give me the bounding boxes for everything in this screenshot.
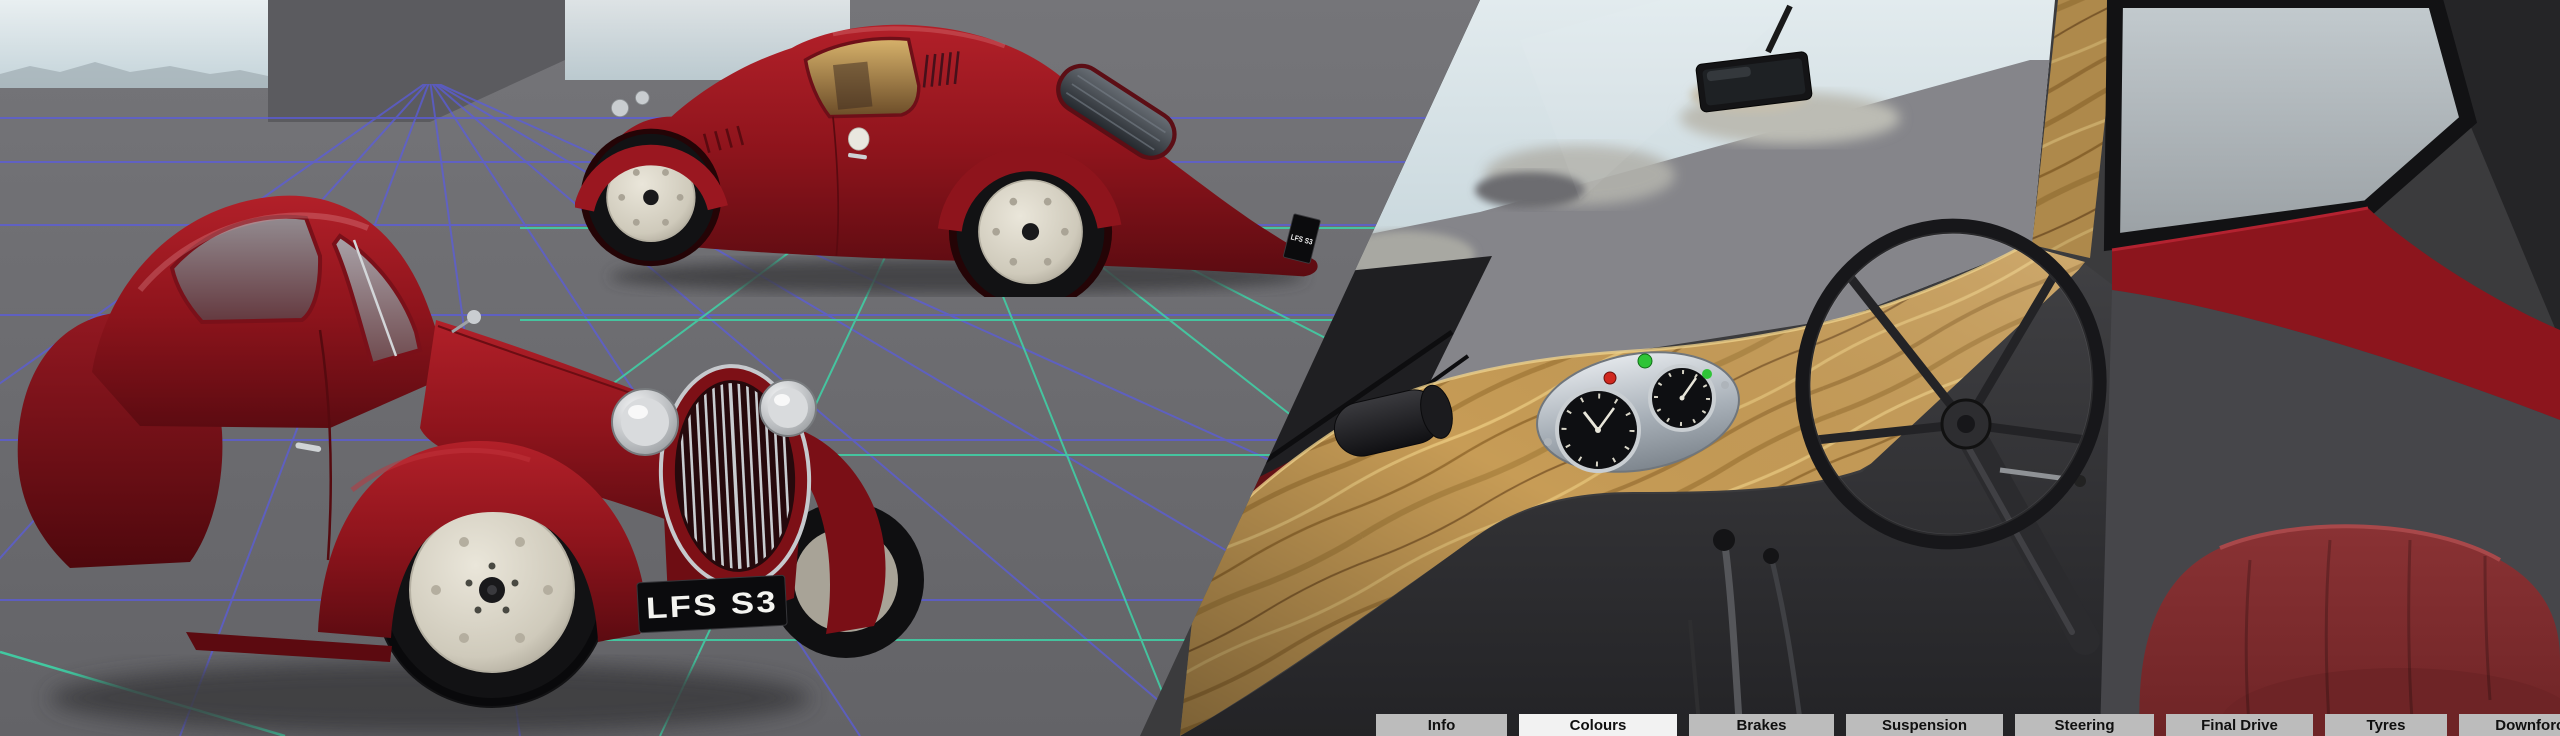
running-board bbox=[186, 632, 392, 662]
tab-downforce[interactable]: Downforce bbox=[2459, 714, 2560, 736]
door-handle bbox=[295, 442, 322, 452]
door-roundel bbox=[847, 127, 870, 151]
window-interior-shade bbox=[832, 61, 873, 110]
tab-final-drive[interactable]: Final Drive bbox=[2166, 714, 2313, 736]
handbrake-knob bbox=[1763, 548, 1779, 564]
tab-steering[interactable]: Steering bbox=[2015, 714, 2154, 736]
tab-suspension[interactable]: Suspension bbox=[1846, 714, 2003, 736]
headlight-left bbox=[610, 99, 629, 118]
setup-tab-bar: Info Colours Brakes Suspension Steering … bbox=[1376, 714, 2560, 736]
headlight-right bbox=[635, 90, 650, 106]
interior-viewport[interactable] bbox=[1100, 0, 2560, 736]
plate-screw bbox=[1721, 381, 1729, 389]
indicator-lamp-green bbox=[1637, 353, 1653, 369]
tab-tyres[interactable]: Tyres bbox=[2325, 714, 2447, 736]
headlight-right bbox=[759, 379, 817, 437]
wing-mirror bbox=[467, 310, 481, 324]
plate-screw bbox=[1544, 438, 1552, 446]
tab-colours[interactable]: Colours bbox=[1519, 714, 1677, 736]
headlight-left bbox=[611, 388, 679, 456]
indicator-lamp-green-2 bbox=[1702, 369, 1712, 379]
indicator-lamp-red bbox=[1603, 371, 1617, 385]
front-plate-text: LFS S3 bbox=[645, 586, 779, 626]
garage-screen: LFS S3 LFS S3 Info Colours Brakes Suspen… bbox=[0, 0, 2560, 736]
tab-info[interactable]: Info bbox=[1376, 714, 1507, 736]
gear-knob bbox=[1713, 529, 1735, 551]
clock-gauge bbox=[1555, 387, 1641, 473]
seat bbox=[2139, 524, 2560, 736]
car-front-view: LFS S3 bbox=[17, 195, 924, 734]
front-number-plate: LFS S3 bbox=[636, 574, 788, 634]
tab-brakes[interactable]: Brakes bbox=[1689, 714, 1834, 736]
